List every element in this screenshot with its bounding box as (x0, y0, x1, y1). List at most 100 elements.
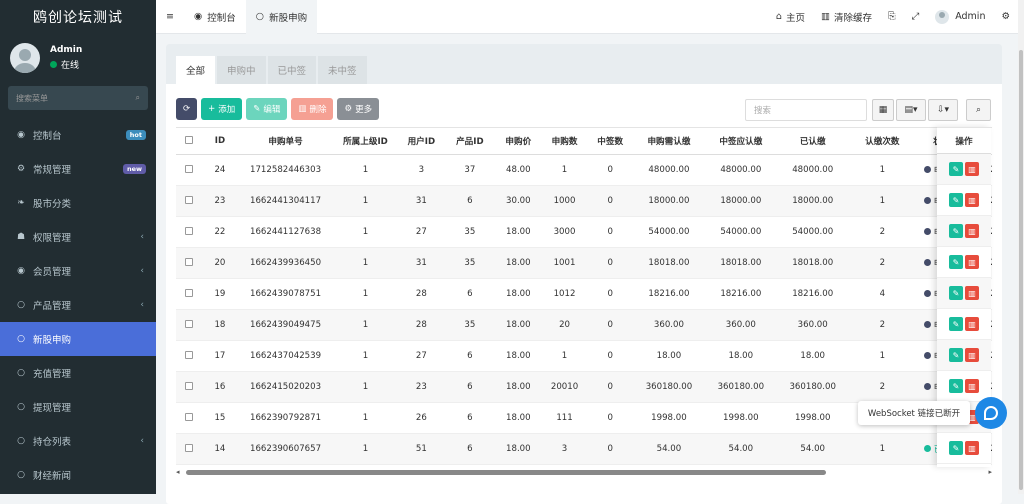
column-header[interactable]: 申购单号 (238, 127, 333, 155)
chevron-left-icon: ‹ (140, 232, 144, 242)
table-row[interactable]: 18 1662439049475 1 28 35 18.00 20 0 360.00 360.00… (176, 309, 992, 341)
column-header[interactable]: 已认缴 (776, 127, 850, 155)
sidebar-item-8[interactable]: ○ 提现管理 (0, 390, 156, 424)
row-checkbox[interactable] (176, 278, 202, 310)
table-row[interactable]: 16 1662415020203 1 23 6 18.00 20010 0 360180.00 3… (176, 371, 992, 403)
table-row[interactable]: 17 1662437042539 1 27 6 18.00 1 0 18.00 18.00 18.0… (176, 340, 992, 372)
clear-cache-button[interactable]: ▥ 清除缓存 (813, 0, 880, 34)
edit-row-button[interactable]: ✎ (949, 441, 963, 455)
row-checkbox[interactable] (176, 247, 202, 279)
export-button[interactable]: ⇩▾ (928, 99, 958, 121)
delete-row-button[interactable]: ▥ (965, 162, 979, 176)
sidebar-item-1[interactable]: ⚙ 常规管理 new (0, 152, 156, 186)
delete-button[interactable]: ▥ 删除 (291, 98, 334, 120)
translate-button[interactable]: ⎘ (880, 0, 904, 34)
filter-tab-1[interactable]: 申购中 (217, 56, 266, 84)
columns-button[interactable]: ▤▾ (896, 99, 926, 121)
column-header[interactable]: 所属上级ID (332, 127, 399, 155)
sidebar-item-9[interactable]: ○ 持仓列表 ‹ (0, 424, 156, 458)
edit-button[interactable]: ✎ 编辑 (246, 98, 288, 120)
column-header[interactable]: 产品ID (444, 127, 496, 155)
sidebar-item-7[interactable]: ○ 充值管理 (0, 356, 156, 390)
table-search-input[interactable]: 搜索 (745, 99, 867, 121)
column-header[interactable]: ID (201, 127, 239, 155)
more-button[interactable]: ⚙ 更多 (337, 98, 380, 120)
edit-row-button[interactable]: ✎ (949, 224, 963, 238)
delete-row-button[interactable]: ▥ (965, 441, 979, 455)
row-checkbox[interactable] (176, 216, 202, 248)
search-icon[interactable]: ⌕ (136, 93, 140, 103)
edit-row-button[interactable]: ✎ (949, 348, 963, 362)
delete-row-button[interactable]: ▥ (965, 379, 979, 393)
sidebar-item-10[interactable]: ○ 财经新闻 (0, 458, 156, 492)
menu-search-input[interactable]: 搜索菜单 ⌕ (8, 86, 148, 110)
delete-row-button[interactable]: ▥ (965, 286, 979, 300)
select-all-checkbox[interactable] (176, 127, 202, 155)
scroll-left-icon[interactable]: ◂ (176, 468, 180, 476)
scroll-thumb[interactable] (185, 470, 826, 475)
add-button[interactable]: + 添加 (201, 98, 243, 120)
home-button[interactable]: ⌂ 主页 (768, 0, 813, 34)
row-checkbox[interactable] (176, 433, 202, 465)
delete-row-button[interactable]: ▥ (965, 224, 979, 238)
delete-row-button[interactable]: ▥ (965, 317, 979, 331)
table-row[interactable]: 20 1662439936450 1 31 35 18.00 1001 0 18018.00 18… (176, 247, 992, 279)
table-cell: 1 (332, 216, 399, 248)
row-checkbox[interactable] (176, 371, 202, 403)
edit-row-button[interactable]: ✎ (949, 193, 963, 207)
column-header[interactable]: 申购需认缴 (632, 127, 706, 155)
filter-tab-0[interactable]: 全部 (176, 56, 216, 84)
sidebar-item-label: 权限管理 (33, 233, 72, 244)
row-checkbox[interactable] (176, 340, 202, 372)
sidebar-item-0[interactable]: ◉ 控制台 hot (0, 118, 156, 152)
page-scrollbar[interactable] (1018, 0, 1024, 494)
scroll-right-icon[interactable]: ▸ (988, 468, 992, 476)
column-header[interactable]: 认缴次数 (849, 127, 916, 155)
table-cell: 1712582446303 (238, 154, 333, 186)
table-row[interactable]: 23 1662441304117 1 31 6 30.00 1000 0 18000.00 180… (176, 185, 992, 217)
menu-toggle-button[interactable]: ≡ (156, 0, 184, 34)
settings-button[interactable]: ⚙ (993, 0, 1018, 34)
filter-tab-2[interactable]: 已中签 (267, 56, 317, 84)
row-checkbox[interactable] (176, 185, 202, 217)
toggle-view-button[interactable]: ▦ (872, 99, 894, 121)
page-scroll-thumb[interactable] (1019, 50, 1023, 490)
delete-row-button[interactable]: ▥ (965, 193, 979, 207)
delete-row-button[interactable]: ▥ (965, 348, 979, 362)
column-header[interactable]: 申购数 (541, 127, 588, 155)
row-checkbox[interactable] (176, 309, 202, 341)
table-row[interactable]: 19 1662439078751 1 28 6 18.00 1012 0 18216.00 182… (176, 278, 992, 310)
column-header[interactable]: 用户ID (398, 127, 445, 155)
column-header[interactable]: 申购价 (495, 127, 542, 155)
table-cell: 18.00 (495, 247, 542, 279)
row-checkbox[interactable] (176, 154, 202, 186)
edit-row-button[interactable]: ✎ (949, 162, 963, 176)
edit-row-button[interactable]: ✎ (949, 255, 963, 269)
sidebar-item-4[interactable]: ◉ 会员管理 ‹ (0, 254, 156, 288)
table-row[interactable]: 24 1712582446303 1 3 37 48.00 1 0 48000.00 48000.… (176, 154, 992, 186)
fullscreen-button[interactable]: ⤢ (904, 0, 928, 34)
edit-row-button[interactable]: ✎ (949, 317, 963, 331)
sidebar-item-5[interactable]: ○ 产品管理 ‹ (0, 288, 156, 322)
app-logo[interactable]: 鸥创论坛测试 (0, 0, 156, 34)
advanced-search-button[interactable]: ⌕ (966, 99, 991, 121)
edit-row-button[interactable]: ✎ (949, 379, 963, 393)
table-row[interactable]: 14 1662390607657 1 51 6 18.00 3 0 54.00 54.00 54.0… (176, 433, 992, 465)
nav-tab-1[interactable]: ○ 新股申购 (245, 0, 318, 34)
nav-tab-0[interactable]: ◉ 控制台 (184, 0, 246, 34)
sidebar-item-2[interactable]: ❧ 股市分类 (0, 186, 156, 220)
sidebar-item-3[interactable]: ☗ 权限管理 ‹ (0, 220, 156, 254)
circle-icon: ○ (17, 334, 25, 344)
refresh-button[interactable]: ⟳ (176, 98, 198, 120)
user-menu[interactable]: Admin (927, 0, 993, 34)
edit-row-button[interactable]: ✎ (949, 286, 963, 300)
sidebar-item-6[interactable]: ○ 新股申购 (0, 322, 156, 356)
column-header[interactable]: 中签数 (587, 127, 633, 155)
horizontal-scrollbar[interactable]: ◂ ▸ (176, 468, 992, 476)
table-row[interactable]: 22 1662441127638 1 27 35 18.00 3000 0 54000.00 54… (176, 216, 992, 248)
filter-tab-3[interactable]: 未中签 (318, 56, 367, 84)
chat-button[interactable] (975, 397, 1007, 429)
delete-row-button[interactable]: ▥ (965, 255, 979, 269)
column-header[interactable]: 中签应认缴 (705, 127, 777, 155)
row-checkbox[interactable] (176, 402, 202, 434)
